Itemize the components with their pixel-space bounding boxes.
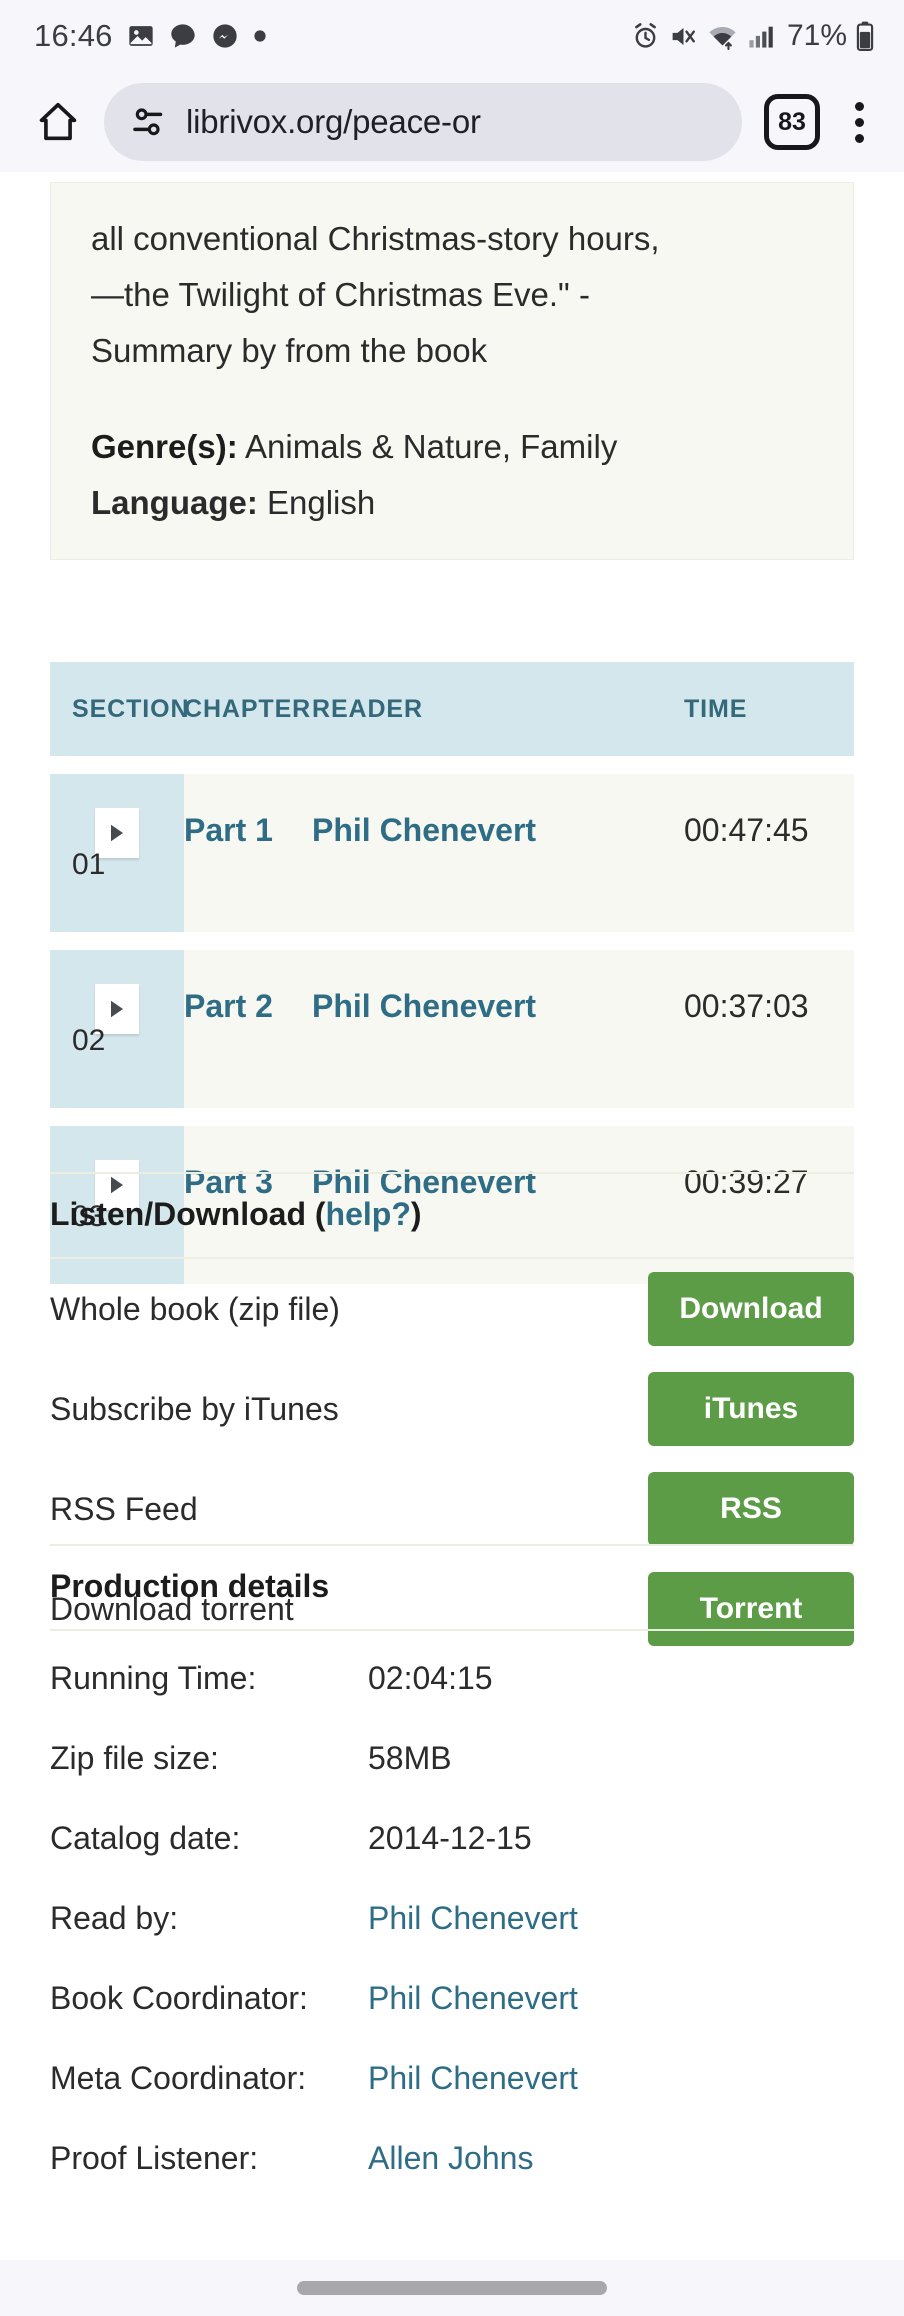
detail-row: Meta Coordinator: Phil Chenevert	[50, 2045, 854, 2111]
table-header-row: SECTION CHAPTER READER TIME	[50, 662, 854, 756]
itunes-button[interactable]: iTunes	[648, 1372, 854, 1446]
summary-card: all conventional Christmas-story hours, …	[50, 182, 854, 560]
home-gesture-pill[interactable]	[297, 2281, 607, 2295]
chapter-link[interactable]: Part 1	[184, 774, 312, 932]
url-text[interactable]: librivox.org/peace-or	[186, 103, 481, 141]
download-button[interactable]: Download	[648, 1272, 854, 1346]
help-link[interactable]: help?	[326, 1196, 411, 1232]
chapter-link[interactable]: Part 2	[184, 950, 312, 1108]
detail-value-link[interactable]: Phil Chenevert	[368, 2060, 578, 2097]
summary-line-2: —the Twilight of Christmas Eve." -	[91, 276, 590, 313]
listen-download-heading: Listen/Download (help?)	[50, 1172, 854, 1259]
address-bar[interactable]: librivox.org/peace-or	[104, 83, 742, 161]
detail-key: Catalog date:	[50, 1819, 241, 1856]
detail-value: 02:04:15	[368, 1659, 493, 1696]
column-header-section: SECTION	[72, 694, 190, 723]
detail-key: Read by:	[50, 1899, 179, 1936]
genre-label: Genre(s):	[91, 428, 238, 465]
section-cell: 02	[50, 950, 184, 1108]
detail-row: Proof Listener: Allen Johns	[50, 2125, 854, 2191]
messenger-icon	[211, 22, 239, 50]
detail-key: Zip file size:	[50, 1739, 219, 1776]
duration-text: 00:47:45	[684, 812, 809, 848]
production-details-section: Production details Running Time: 02:04:1…	[50, 1544, 854, 2191]
wifi-icon	[707, 22, 738, 51]
reader-link[interactable]: Phil Chenevert	[312, 774, 684, 932]
column-header-reader: READER	[312, 694, 423, 723]
tab-switcher-button[interactable]: 83	[764, 94, 820, 150]
detail-row: Running Time: 02:04:15	[50, 1645, 854, 1711]
table-row[interactable]: 01 Part 1 Phil Chenevert 00:47:45	[50, 774, 854, 932]
download-row-label: Subscribe by iTunes	[50, 1390, 339, 1427]
detail-value-link[interactable]: Phil Chenevert	[368, 1980, 578, 2017]
download-row-label: RSS Feed	[50, 1490, 198, 1527]
system-navigation-bar	[0, 2260, 904, 2316]
detail-value-link[interactable]: Phil Chenevert	[368, 1900, 578, 1937]
column-header-time: TIME	[684, 694, 748, 723]
section-number: 02	[72, 1024, 106, 1057]
summary-line-3: Summary by from the book	[91, 332, 488, 369]
language-row: Language: English	[91, 475, 813, 531]
listen-download-title-close: )	[410, 1196, 422, 1232]
status-clock: 16:46	[34, 18, 113, 53]
status-bar-left: 16:46	[34, 18, 267, 54]
detail-row: Book Coordinator: Phil Chenevert	[50, 1965, 854, 2031]
column-header-chapter: CHAPTER	[184, 694, 312, 723]
battery-percent: 71%	[786, 19, 847, 52]
home-button[interactable]	[22, 86, 94, 158]
status-bar-right: 71%	[631, 19, 874, 53]
phone-screen: 16:46 71% librivox.org/peace-or 83 all c…	[0, 0, 904, 2316]
detail-value: 2014-12-15	[368, 1819, 532, 1856]
detail-key: Meta Coordinator:	[50, 2059, 307, 2096]
download-row-label: Whole book (zip file)	[50, 1290, 340, 1327]
detail-key: Proof Listener:	[50, 2139, 259, 2176]
duration-text: 00:37:03	[684, 988, 809, 1024]
genre-value: Animals & Nature, Family	[237, 428, 618, 465]
home-icon	[35, 99, 81, 145]
more-vertical-icon[interactable]	[836, 101, 882, 143]
detail-key: Running Time:	[50, 1659, 257, 1696]
production-details-heading: Production details	[50, 1544, 854, 1631]
signal-bars-icon	[747, 23, 774, 50]
section-cell: 01	[50, 774, 184, 932]
photo-icon	[127, 22, 155, 50]
detail-row: Catalog date: 2014-12-15	[50, 1805, 854, 1871]
table-row[interactable]: 02 Part 2 Phil Chenevert 00:37:03	[50, 950, 854, 1108]
alarm-icon	[631, 22, 660, 51]
detail-value: 58MB	[368, 1739, 452, 1776]
detail-key: Book Coordinator:	[50, 1979, 308, 2016]
download-row: Subscribe by iTunes iTunes	[50, 1359, 854, 1459]
battery-icon	[856, 21, 874, 52]
dot-icon	[253, 29, 267, 43]
status-bar: 16:46 71%	[0, 0, 904, 72]
summary-line-1: all conventional Christmas-story hours,	[91, 220, 660, 257]
chat-bubble-icon	[169, 22, 197, 50]
detail-row: Zip file size: 58MB	[50, 1725, 854, 1791]
browser-toolbar: librivox.org/peace-or 83	[0, 72, 904, 172]
tune-icon[interactable]	[128, 102, 168, 142]
detail-row: Read by: Phil Chenevert	[50, 1885, 854, 1951]
download-row: Whole book (zip file) Download	[50, 1259, 854, 1359]
section-number: 01	[72, 848, 106, 881]
web-page-content: all conventional Christmas-story hours, …	[0, 172, 904, 2260]
reader-link[interactable]: Phil Chenevert	[312, 950, 684, 1108]
mute-vibrate-icon	[669, 22, 698, 51]
rss-button[interactable]: RSS	[648, 1472, 854, 1546]
listen-download-title-text: Listen/Download (	[50, 1196, 326, 1232]
detail-value-link[interactable]: Allen Johns	[368, 2140, 533, 2177]
language-value: English	[257, 484, 376, 521]
language-label: Language:	[91, 484, 258, 521]
genre-row: Genre(s): Animals & Nature, Family	[91, 419, 813, 475]
